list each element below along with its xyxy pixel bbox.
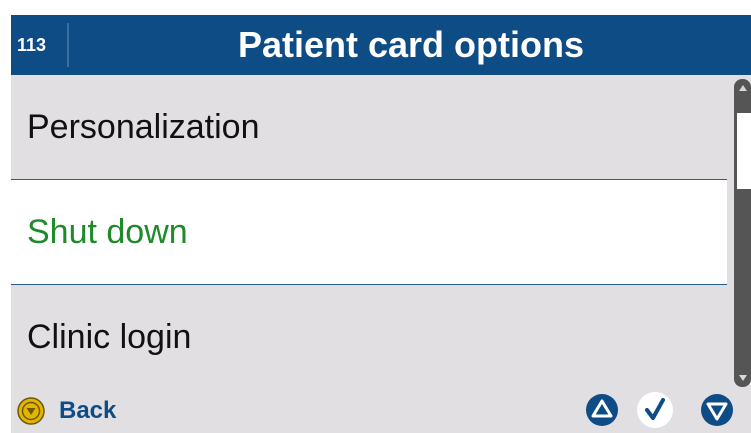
device-screen: 113 Patient card options Personalization… bbox=[11, 15, 751, 433]
title-bar: 113 Patient card options bbox=[11, 15, 751, 75]
footer-bar: Back bbox=[11, 388, 751, 433]
back-label: Back bbox=[59, 397, 117, 424]
back-button[interactable]: Back bbox=[17, 392, 116, 430]
header-divider bbox=[67, 23, 69, 67]
scroll-down-arrow-icon[interactable] bbox=[739, 375, 747, 381]
options-menu: Personalization Shut down Clinic login bbox=[11, 75, 727, 389]
triangle-up-icon[interactable] bbox=[584, 392, 620, 428]
back-circle-icon bbox=[17, 397, 45, 425]
menu-item-personalization[interactable]: Personalization bbox=[11, 75, 727, 179]
page-title: Patient card options bbox=[237, 24, 585, 65]
scroll-thumb[interactable] bbox=[737, 113, 751, 189]
menu-item-clinic-login[interactable]: Clinic login bbox=[11, 285, 727, 389]
screen-number: 113 bbox=[17, 35, 47, 55]
scroll-up-arrow-icon[interactable] bbox=[739, 85, 747, 91]
checkmark-icon[interactable] bbox=[636, 391, 674, 429]
menu-item-shut-down[interactable]: Shut down bbox=[11, 180, 727, 284]
menu-scrollbar[interactable] bbox=[734, 79, 751, 387]
triangle-down-icon[interactable] bbox=[699, 392, 735, 428]
